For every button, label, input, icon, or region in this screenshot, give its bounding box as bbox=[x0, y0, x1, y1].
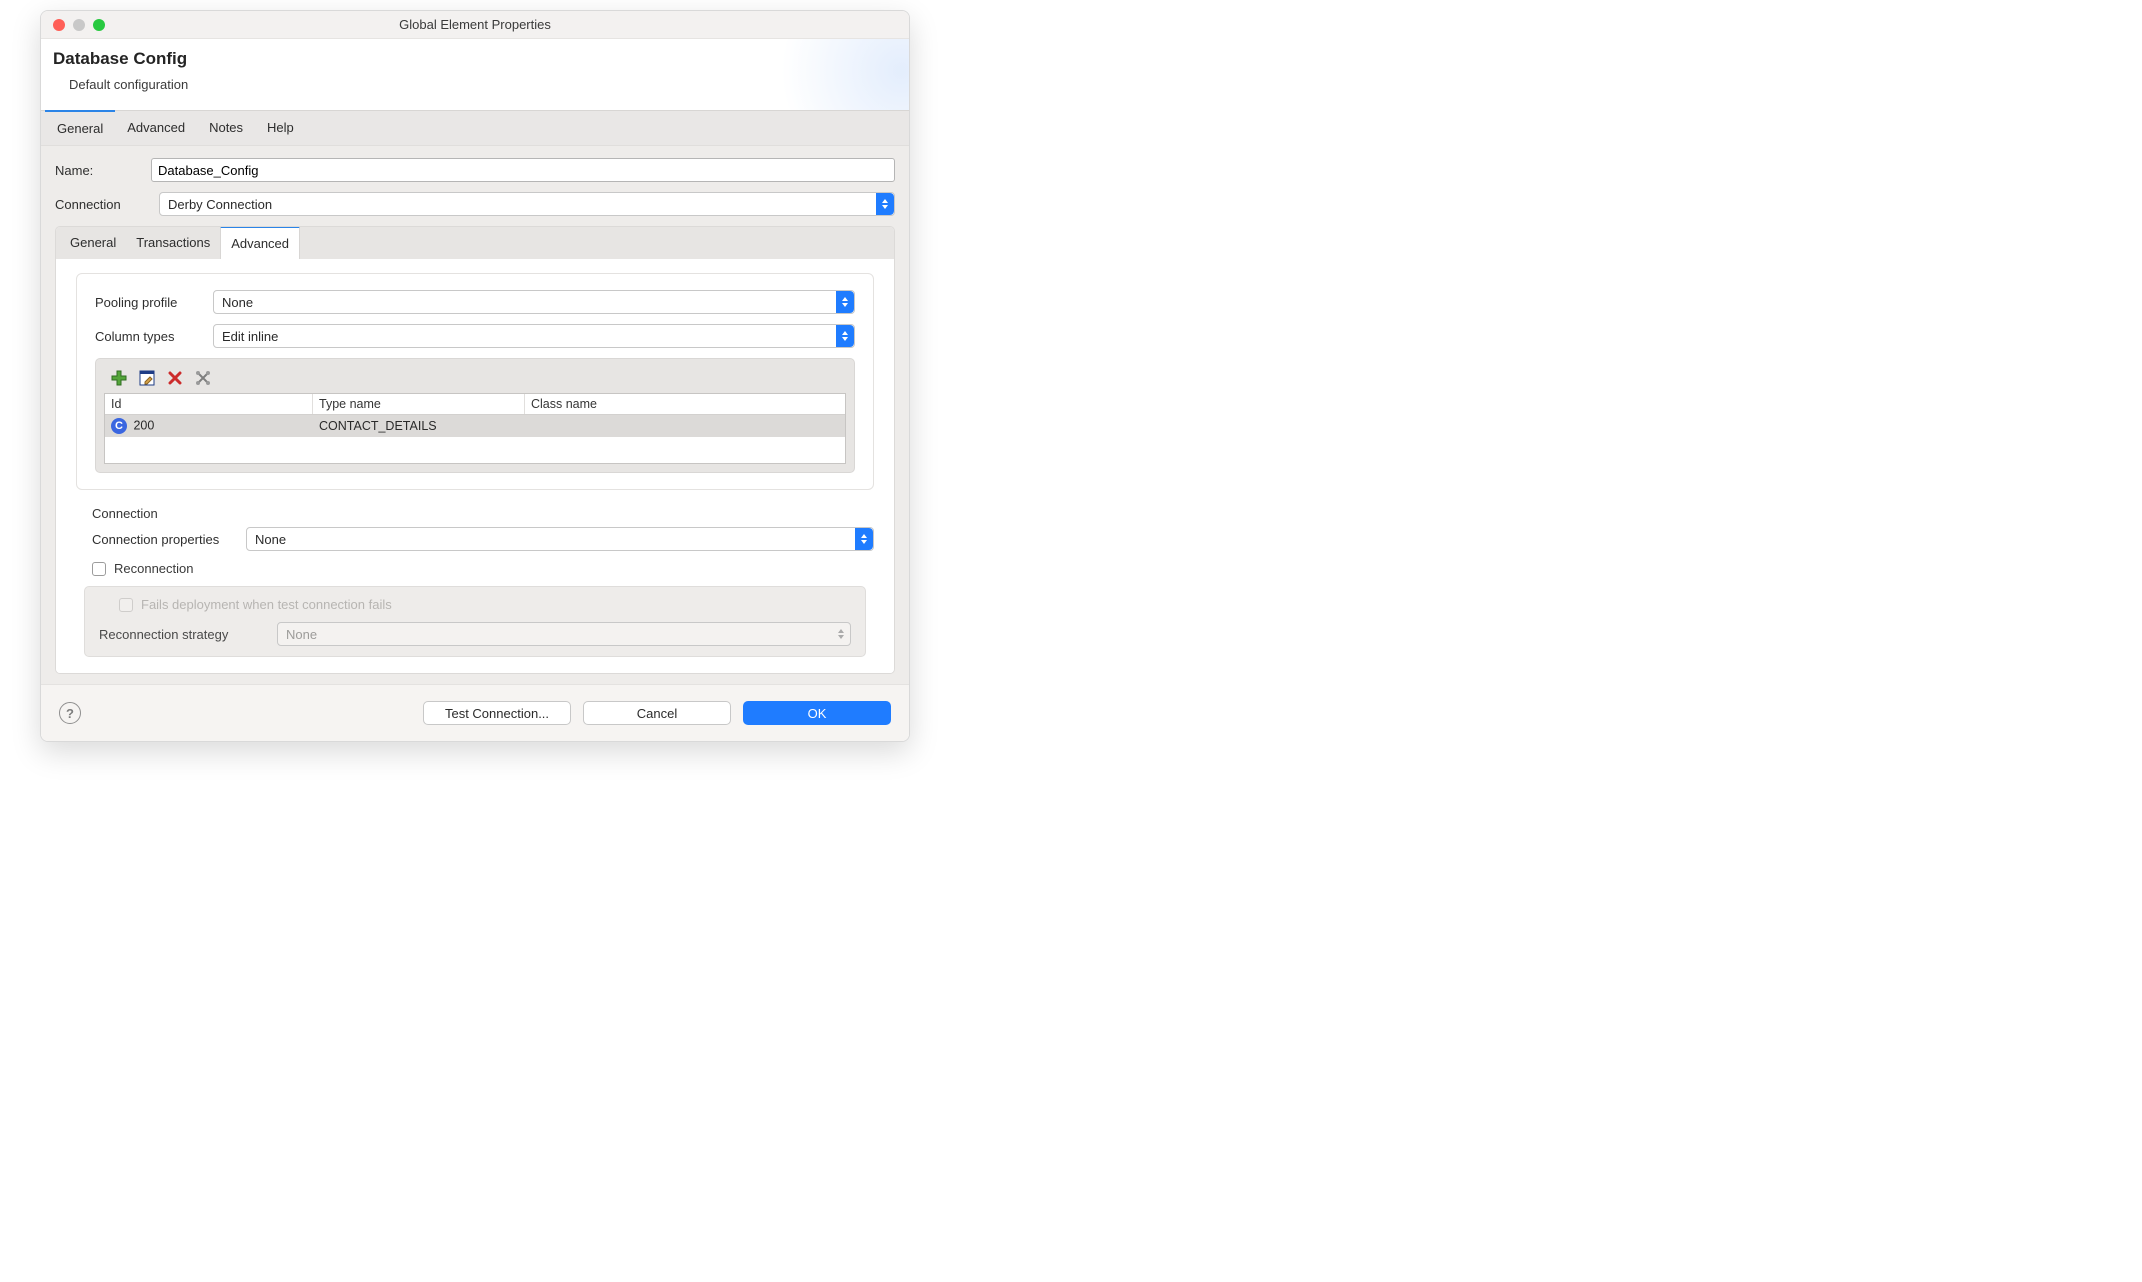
column-types-table[interactable]: Id Type name Class name C 200 CONTACT_DE… bbox=[104, 393, 846, 464]
column-types-label: Column types bbox=[95, 329, 213, 344]
titlebar: Global Element Properties bbox=[41, 11, 909, 39]
header-decoration bbox=[769, 39, 909, 110]
ok-button[interactable]: OK bbox=[743, 701, 891, 725]
fails-deployment-checkbox bbox=[119, 598, 133, 612]
pooling-profile-label: Pooling profile bbox=[95, 295, 213, 310]
fails-deployment-label: Fails deployment when test connection fa… bbox=[141, 597, 392, 612]
connection-section-title: Connection bbox=[92, 506, 874, 521]
pooling-profile-value: None bbox=[222, 295, 253, 310]
reconnection-subpanel: Fails deployment when test connection fa… bbox=[84, 586, 866, 657]
edit-icon[interactable] bbox=[138, 369, 156, 387]
reconnection-label: Reconnection bbox=[114, 561, 194, 576]
dialog-subtitle: Default configuration bbox=[53, 77, 893, 92]
top-tab-advanced[interactable]: Advanced bbox=[115, 111, 197, 145]
table-row[interactable]: C 200 CONTACT_DETAILS bbox=[105, 415, 845, 437]
cancel-button[interactable]: Cancel bbox=[583, 701, 731, 725]
connection-section: Connection Connection properties None Re… bbox=[76, 506, 874, 657]
connection-properties-label: Connection properties bbox=[76, 532, 246, 547]
test-connection-button[interactable]: Test Connection... bbox=[423, 701, 571, 725]
column-types-value: Edit inline bbox=[222, 329, 278, 344]
reconnection-strategy-value: None bbox=[286, 627, 317, 642]
updown-icon bbox=[855, 528, 873, 550]
connection-properties-select[interactable]: None bbox=[246, 527, 874, 551]
top-tab-general[interactable]: General bbox=[45, 110, 115, 145]
column-header-class-name[interactable]: Class name bbox=[525, 394, 845, 414]
cell-id: 200 bbox=[133, 418, 154, 432]
inner-tab-general[interactable]: General bbox=[60, 227, 126, 259]
name-label: Name: bbox=[55, 163, 151, 178]
dialog-footer: ? Test Connection... Cancel OK bbox=[41, 684, 909, 741]
connection-label: Connection bbox=[55, 197, 151, 212]
connection-properties-value: None bbox=[255, 532, 286, 547]
dialog-header: Database Config Default configuration bbox=[41, 39, 909, 110]
connection-panel: General Transactions Advanced Pooling pr… bbox=[55, 226, 895, 674]
table-empty-area bbox=[105, 437, 845, 463]
dialog-title: Database Config bbox=[53, 49, 893, 69]
inner-tab-transactions[interactable]: Transactions bbox=[126, 227, 220, 259]
help-icon[interactable]: ? bbox=[59, 702, 81, 724]
reconnection-strategy-label: Reconnection strategy bbox=[99, 627, 277, 642]
editor-toolbar bbox=[104, 369, 846, 393]
top-tab-help[interactable]: Help bbox=[255, 111, 306, 145]
reconnection-checkbox[interactable] bbox=[92, 562, 106, 576]
top-tab-notes[interactable]: Notes bbox=[197, 111, 255, 145]
add-icon[interactable] bbox=[110, 369, 128, 387]
pooling-profile-select[interactable]: None bbox=[213, 290, 855, 314]
delete-icon[interactable] bbox=[166, 369, 184, 387]
tools-icon[interactable] bbox=[194, 369, 212, 387]
column-types-select[interactable]: Edit inline bbox=[213, 324, 855, 348]
updown-icon bbox=[876, 193, 894, 215]
top-tabbar: General Advanced Notes Help bbox=[41, 110, 909, 145]
cell-type-name: CONTACT_DETAILS bbox=[313, 419, 525, 433]
connection-select-value: Derby Connection bbox=[168, 197, 272, 212]
window-title: Global Element Properties bbox=[41, 17, 909, 32]
column-header-type-name[interactable]: Type name bbox=[313, 394, 525, 414]
updown-icon bbox=[836, 291, 854, 313]
column-types-editor: Id Type name Class name C 200 CONTACT_DE… bbox=[95, 358, 855, 473]
connection-select[interactable]: Derby Connection bbox=[159, 192, 895, 216]
updown-icon bbox=[836, 325, 854, 347]
dialog-window: Global Element Properties Database Confi… bbox=[40, 10, 910, 742]
updown-icon bbox=[832, 623, 850, 645]
column-header-id[interactable]: Id bbox=[105, 394, 313, 414]
inner-tabbar: General Transactions Advanced bbox=[56, 227, 894, 259]
inner-tab-advanced[interactable]: Advanced bbox=[220, 226, 300, 259]
reconnection-strategy-select: None bbox=[277, 622, 851, 646]
name-input[interactable] bbox=[151, 158, 895, 182]
main-content: Name: Connection Derby Connection Genera… bbox=[41, 145, 909, 684]
row-type-icon: C bbox=[111, 418, 127, 434]
